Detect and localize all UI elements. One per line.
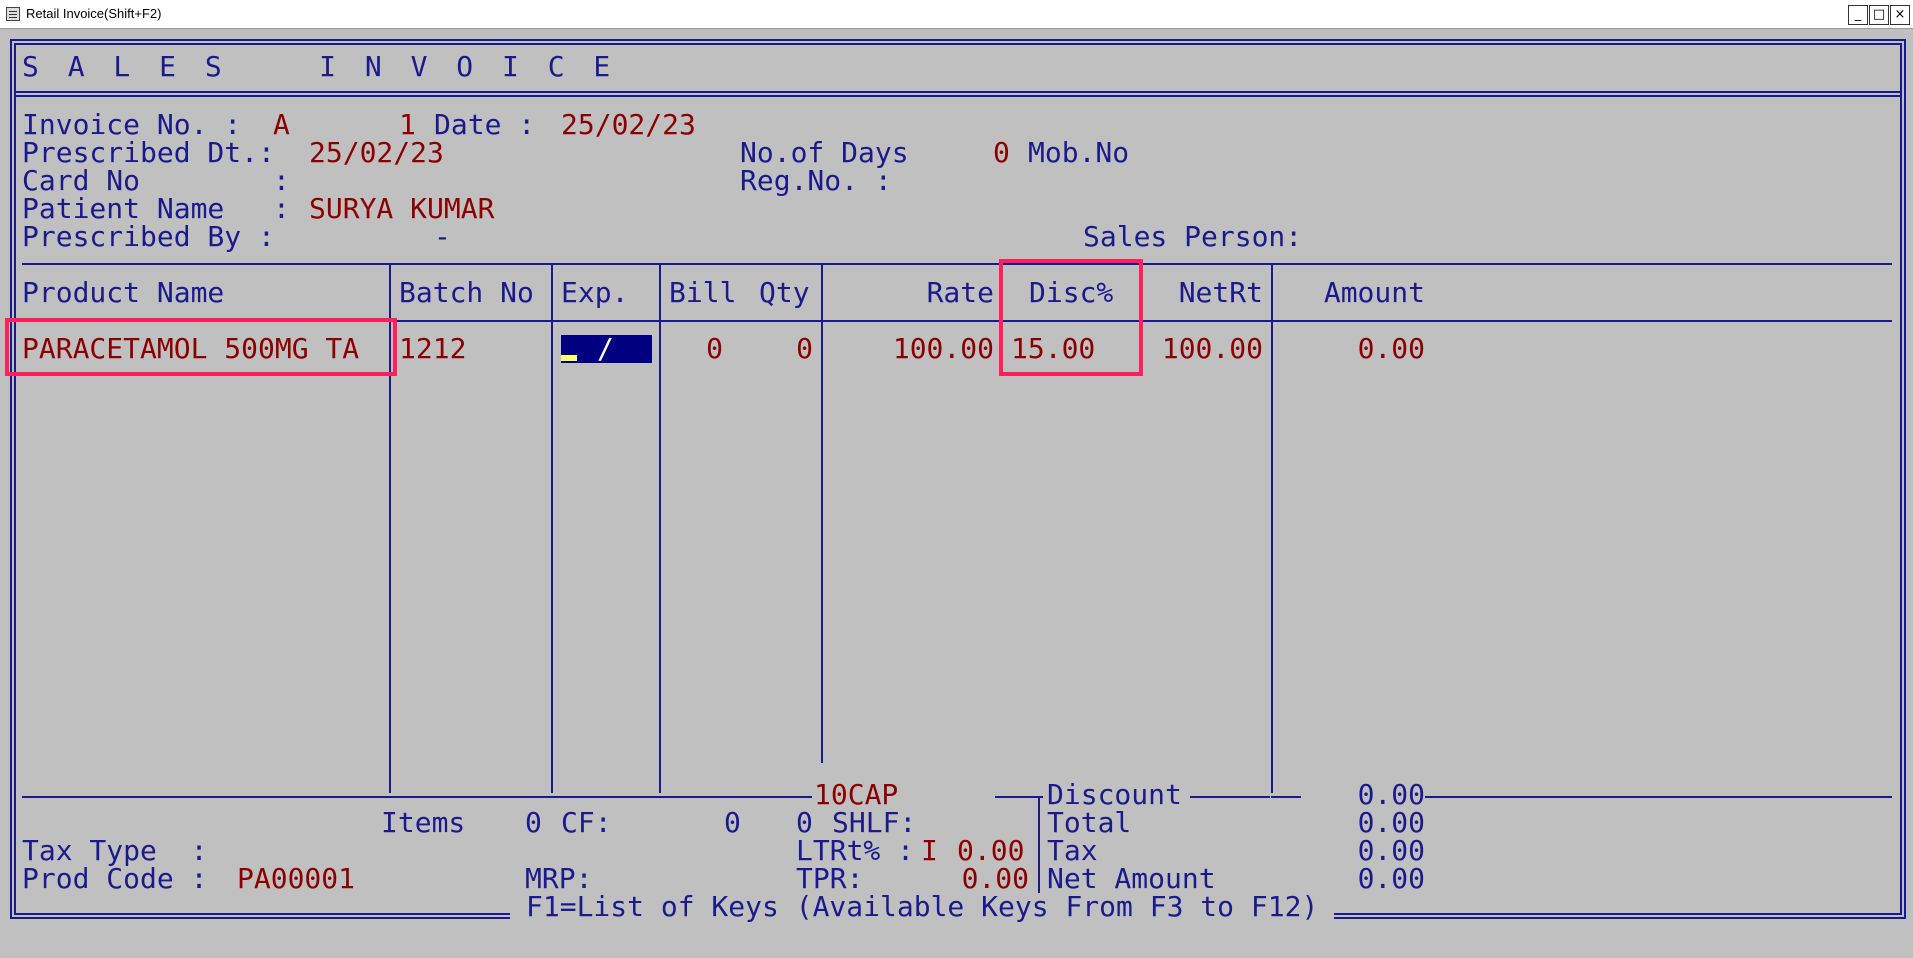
qty-cell[interactable]: 0	[759, 335, 813, 363]
prescribed-by-label: Prescribed By :	[22, 220, 275, 253]
reg-no-label: Reg.No. :	[740, 164, 892, 197]
items-value: 0	[525, 806, 542, 839]
keys-hint: F1=List of Keys (Available Keys From F3 …	[510, 893, 1335, 921]
card-no-colon: :	[273, 164, 290, 197]
tpr-label: TPR:	[796, 862, 864, 895]
invoice-series[interactable]: A	[273, 111, 290, 139]
prod-code-label: Prod Code :	[22, 862, 208, 895]
discount-label: Discount	[1047, 778, 1182, 811]
tpr-value: 0.00	[961, 862, 1029, 895]
net-amount-label: Net Amount	[1047, 862, 1216, 895]
disc-column-highlight	[999, 259, 1143, 376]
footer-line-mid	[995, 796, 1043, 798]
col-sep-amount	[1271, 263, 1273, 793]
rate-cell[interactable]: 100.00	[831, 335, 994, 363]
exp-separator: /	[597, 332, 614, 365]
col-header-amount: Amount	[1323, 276, 1425, 309]
ltrt-label: LTRt% :	[796, 834, 915, 867]
no-of-days-value[interactable]: 0	[993, 139, 1010, 167]
col-header-qty: Qty	[759, 276, 810, 309]
col-sep-rate	[821, 263, 823, 763]
mob-no-label: Mob.No	[1028, 136, 1130, 169]
table-top-line	[22, 263, 1892, 265]
window-title: Retail Invoice(Shift+F2)	[26, 6, 162, 21]
bill-cell[interactable]: 0	[669, 335, 723, 363]
ltrt-value: 0.00	[957, 834, 1025, 867]
invoice-number[interactable]: 1	[399, 111, 416, 139]
text-cursor	[561, 355, 577, 361]
col-header-product-name: Product Name	[22, 276, 225, 309]
exp-input-field[interactable]: /	[561, 335, 652, 363]
minimize-button[interactable]: _	[1848, 5, 1868, 25]
shlf-count: 0	[796, 806, 813, 839]
maximize-button[interactable]: □	[1869, 5, 1889, 25]
cf-value: 0	[724, 806, 741, 839]
footer-line-left	[22, 796, 812, 798]
card-no-label: Card No	[22, 164, 141, 197]
net-amount-value: 0.00	[1357, 862, 1425, 895]
discount-value: 0.00	[1357, 778, 1425, 811]
window-titlebar: Retail Invoice(Shift+F2) _ □ ×	[0, 0, 1913, 29]
total-label: Total	[1047, 806, 1132, 839]
prod-code-value: PA00001	[237, 862, 356, 895]
footer-line-right	[1425, 796, 1892, 798]
sales-person-label: Sales Person:	[1083, 220, 1303, 253]
col-header-netrt: NetRt	[1178, 276, 1263, 309]
prescribed-by-value[interactable]: -	[434, 223, 451, 251]
prescribed-dt-label: Prescribed Dt.:	[22, 136, 275, 169]
shlf-label: SHLF:	[832, 806, 917, 839]
items-label: Items	[381, 806, 466, 839]
col-header-bill: Bill	[669, 276, 737, 309]
tax-value: 0.00	[1357, 834, 1425, 867]
invoice-no-label: Invoice No. :	[22, 108, 242, 141]
inner-frame	[14, 43, 1902, 915]
col-sep-bill	[659, 263, 661, 793]
col-sep-exp	[551, 263, 553, 793]
invoice-screen: S A L E S I N V O I C E Invoice No. : A …	[0, 29, 1913, 958]
product-name-highlight	[5, 318, 397, 376]
window-menu-icon[interactable]	[6, 7, 20, 21]
pack-size: 10CAP	[814, 778, 899, 811]
mrp-label: MRP:	[525, 862, 593, 895]
cf-label: CF:	[561, 806, 612, 839]
patient-name-colon: :	[273, 192, 290, 225]
title-separator-2	[14, 95, 1902, 97]
prescribed-dt-value[interactable]: 25/02/23	[309, 139, 444, 167]
title-separator	[14, 91, 1902, 93]
ltrt-flag: I	[921, 834, 938, 867]
date-label: Date :	[434, 108, 536, 141]
tax-label: Tax	[1047, 834, 1098, 867]
date-value[interactable]: 25/02/23	[561, 111, 696, 139]
batch-no-cell[interactable]: 1212	[399, 335, 466, 363]
page-title: S A L E S I N V O I C E	[22, 50, 617, 83]
no-of-days-label: No.of Days	[740, 136, 909, 169]
netrt-cell[interactable]: 100.00	[1141, 335, 1263, 363]
footer-line-mid2	[1190, 796, 1270, 798]
amount-cell[interactable]: 0.00	[1281, 335, 1425, 363]
close-button[interactable]: ×	[1890, 5, 1910, 25]
total-value: 0.00	[1357, 806, 1425, 839]
col-header-batch-no: Batch No	[399, 276, 534, 309]
patient-name-value[interactable]: SURYA KUMAR	[309, 195, 494, 223]
tax-type-label: Tax Type :	[22, 834, 208, 867]
col-header-rate: Rate	[926, 276, 994, 309]
col-header-exp: Exp.	[561, 276, 629, 309]
patient-name-label: Patient Name	[22, 192, 225, 225]
